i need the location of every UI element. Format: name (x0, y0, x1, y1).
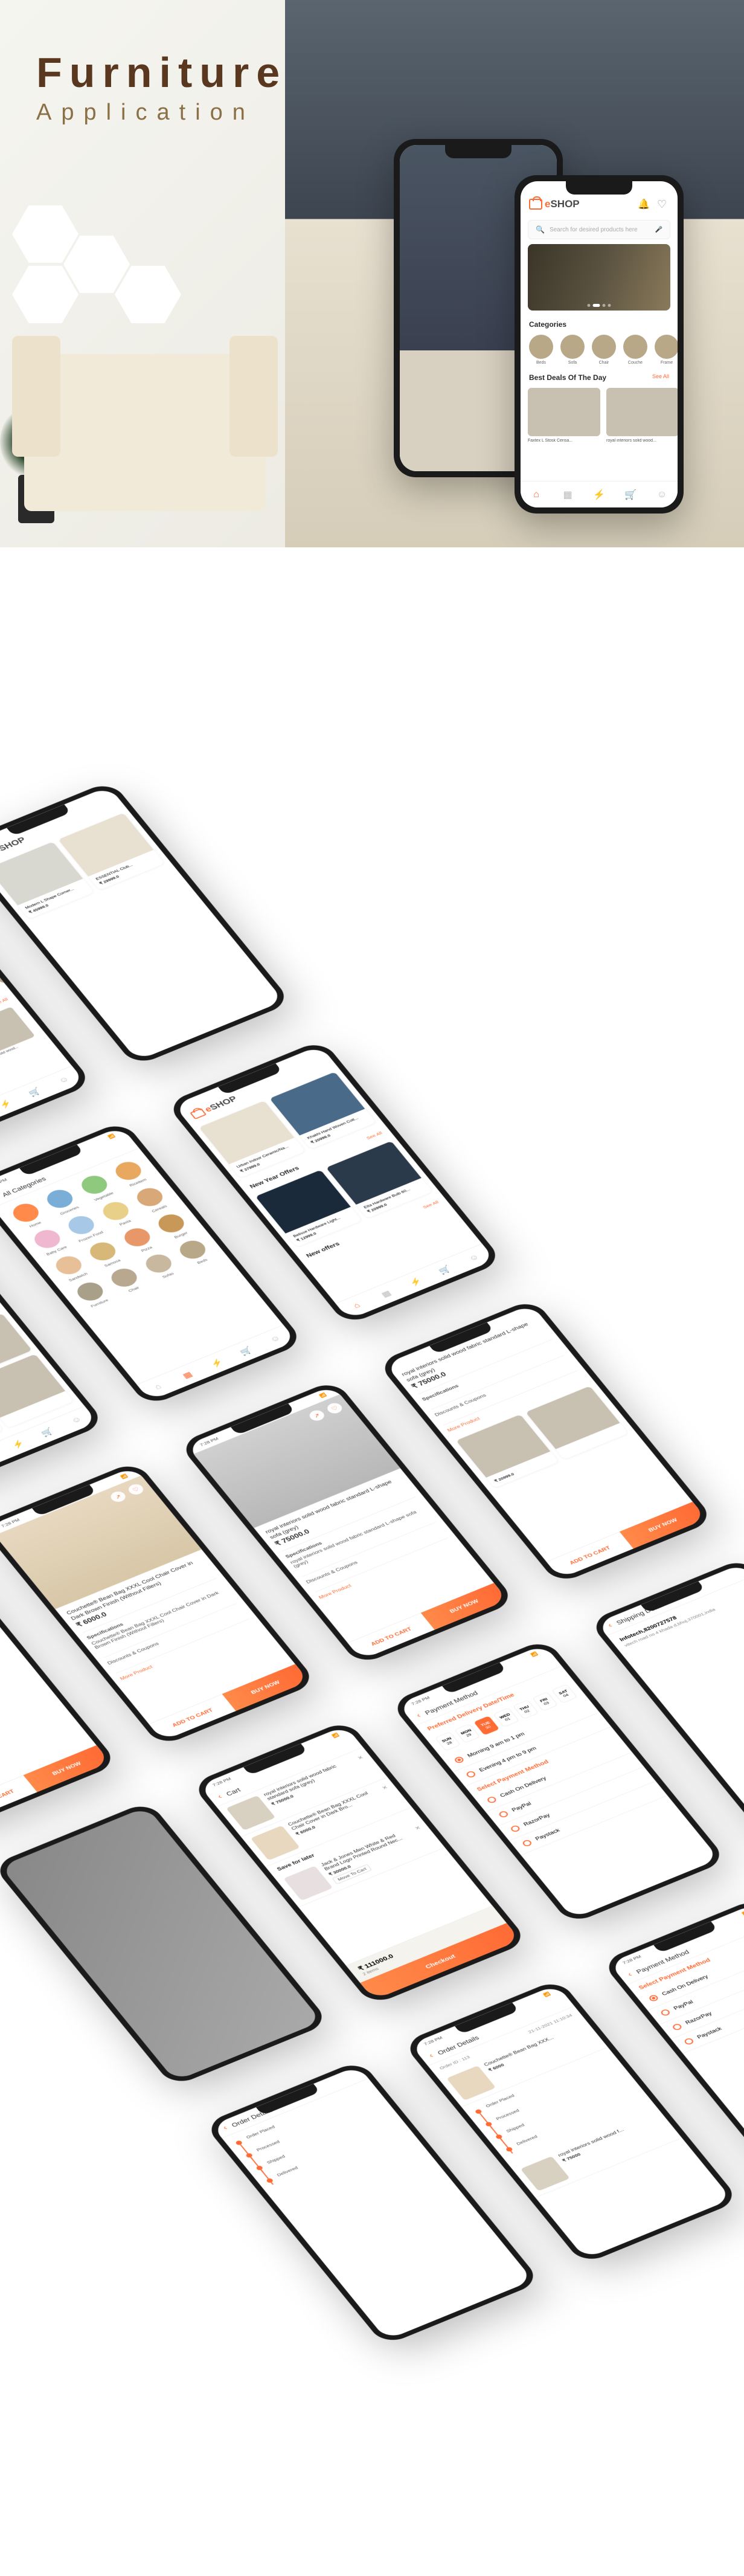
cat-item[interactable]: Burger (152, 1210, 196, 1242)
cat-item[interactable]: Riceitem (109, 1158, 153, 1190)
cart-total: ₹ 111000.0 (356, 1913, 493, 1972)
add-to-cart-button[interactable]: ADD TO CART (0, 1775, 37, 1822)
showcase-section: 7:28 PM📶 eSHOP Search for desired produc… (0, 547, 744, 2576)
product-price: ₹ 6000.0 (74, 1611, 108, 1628)
back-icon[interactable]: ‹ (415, 1712, 423, 1720)
category-row[interactable]: Beds Sofa Chair Couche Frame (521, 332, 678, 367)
date-chip[interactable]: THU02 (513, 1700, 539, 1719)
cart-item[interactable]: Jack & Jones Men White & Red Brand Logo … (274, 1818, 445, 1908)
share-icon[interactable]: ↗ (108, 1490, 128, 1504)
cat-item[interactable]: Chair (104, 1264, 149, 1296)
back-icon[interactable]: ‹ (626, 1971, 635, 1979)
app-logo[interactable]: eSHOP (529, 198, 580, 210)
buy-now-button[interactable]: BUY NOW (222, 1664, 309, 1711)
date-chip[interactable]: WED01 (493, 1708, 519, 1727)
date-chip[interactable]: MON29 (454, 1724, 480, 1743)
cart-item[interactable]: Couchette® Bean Bag XXXL Cool Chair Cove… (241, 1777, 412, 1867)
back-icon[interactable]: ‹ (216, 1793, 224, 1801)
notification-icon[interactable] (638, 198, 650, 210)
payment-option[interactable]: RazorPay💳 (659, 1965, 744, 2040)
cat-item[interactable]: Sandwich (49, 1252, 93, 1284)
fav-icon[interactable]: ♡ (325, 1401, 345, 1415)
see-all-link[interactable]: See All (652, 373, 669, 379)
cat-item[interactable]: Pasta (96, 1198, 140, 1230)
cat-item[interactable]: Furniture (70, 1278, 114, 1310)
deal-card[interactable]: royal interiors solid wood... (606, 388, 678, 443)
nav-home-icon[interactable]: ⌂ (530, 488, 543, 501)
payment-option[interactable]: Cash On Delivery (636, 1936, 744, 2011)
cat-item[interactable]: Vegetable (74, 1171, 118, 1203)
hero-title: Furniture (36, 48, 287, 97)
nav-deals-icon[interactable]: ⚡ (592, 488, 606, 501)
remove-item-icon[interactable]: × (380, 1783, 402, 1808)
product-title: Couchette® Bean Bag XXXL Cool Chair Cove… (65, 1556, 208, 1622)
search-input[interactable]: Search for desired products here🎤 (528, 220, 670, 239)
date-chip[interactable]: SUN28 (435, 1731, 461, 1751)
home-banner[interactable] (528, 244, 670, 311)
move-to-cart-button[interactable]: Move To Cart (332, 1864, 372, 1884)
payment-option[interactable]: PayPal💳 (647, 1951, 744, 2025)
buy-now-button[interactable]: BUY NOW (620, 1502, 707, 1549)
cat-item[interactable]: Frozen Food (62, 1212, 106, 1244)
payment-option[interactable]: Paystack💳 (671, 1980, 744, 2054)
time-slot[interactable]: Evening 4 pm to 9 pm (453, 1712, 611, 1786)
cat-item[interactable]: Sofas (139, 1251, 183, 1283)
mic-icon[interactable]: 🎤 (655, 227, 662, 233)
payment-option[interactable]: Paystack (509, 1781, 667, 1855)
remove-item-icon[interactable]: × (413, 1824, 435, 1848)
date-chip[interactable]: SAT04 (551, 1684, 577, 1703)
cat-item[interactable]: Beds (173, 1237, 217, 1269)
add-to-cart-button[interactable]: ADD TO CART (149, 1694, 236, 1741)
cat-item[interactable]: Groceries (40, 1185, 84, 1217)
back-icon[interactable]: ‹ (427, 2052, 435, 2060)
cat-item[interactable]: Pizza (117, 1224, 161, 1256)
time-slot[interactable]: Morning 9 am to 1 pm (441, 1698, 600, 1773)
deal-card[interactable]: Faxtex L Stosk Cerisa... (528, 388, 600, 443)
payment-option[interactable]: Cash On Delivery (474, 1738, 632, 1812)
cat-item[interactable]: Home (6, 1200, 50, 1232)
hero-phone-front: eSHOP Search for desired products here🎤 … (515, 175, 684, 514)
date-chip[interactable]: FRI03 (532, 1692, 558, 1711)
share-icon[interactable]: ↗ (307, 1408, 327, 1422)
remove-item-icon[interactable]: × (356, 1754, 378, 1778)
categories-heading: Categories (529, 320, 566, 329)
fav-icon[interactable]: ♡ (126, 1483, 146, 1496)
add-to-cart-button[interactable]: ADD TO CART (347, 1613, 434, 1660)
nav-cart-icon[interactable]: 🛒 (624, 488, 637, 501)
screen-payment-method: 7:28 PM📶 ‹Payment Method Select Payment … (601, 1898, 744, 2183)
cat-item[interactable]: Samosa (83, 1238, 127, 1270)
bottom-nav: ⌂ ▦ ⚡ 🛒 ☺ (521, 481, 678, 507)
date-chip[interactable]: TUE30 (473, 1716, 499, 1735)
screen-order-details-edge: ‹Order Details Order Placed Processed Sh… (204, 2060, 542, 2346)
deals-heading: Best Deals Of The Day (529, 373, 606, 382)
wishlist-icon[interactable] (657, 198, 669, 210)
buy-now-button[interactable]: BUY NOW (421, 1583, 508, 1630)
nav-profile-icon[interactable]: ☺ (655, 488, 669, 501)
nav-categories-icon[interactable]: ▦ (561, 488, 574, 501)
hero-section: Furniture Application eSHOP (0, 0, 744, 547)
cart-item[interactable]: royal interiors solid wood fabric standa… (217, 1747, 388, 1837)
payment-option[interactable]: RazorPay (498, 1766, 656, 1841)
add-to-cart-button[interactable]: ADD TO CART (547, 1531, 633, 1579)
hero-subtitle: Application (36, 100, 287, 126)
payment-option[interactable]: PayPal (486, 1753, 644, 1827)
cat-item[interactable]: Cereals (130, 1184, 174, 1216)
product-image[interactable]: ↗♡ (0, 1475, 202, 1609)
checkout-button[interactable]: Checkout (360, 1923, 520, 2000)
sofa-decor (24, 354, 266, 511)
cat-item[interactable]: Baby Care (27, 1226, 71, 1258)
more-product-link[interactable]: More Product (116, 1618, 260, 1685)
back-icon[interactable]: ‹ (606, 1622, 615, 1630)
buy-now-button[interactable]: BUY NOW (23, 1745, 110, 1792)
hero-title-block: Furniture Application (36, 48, 287, 126)
cart-logo-icon (529, 199, 542, 210)
